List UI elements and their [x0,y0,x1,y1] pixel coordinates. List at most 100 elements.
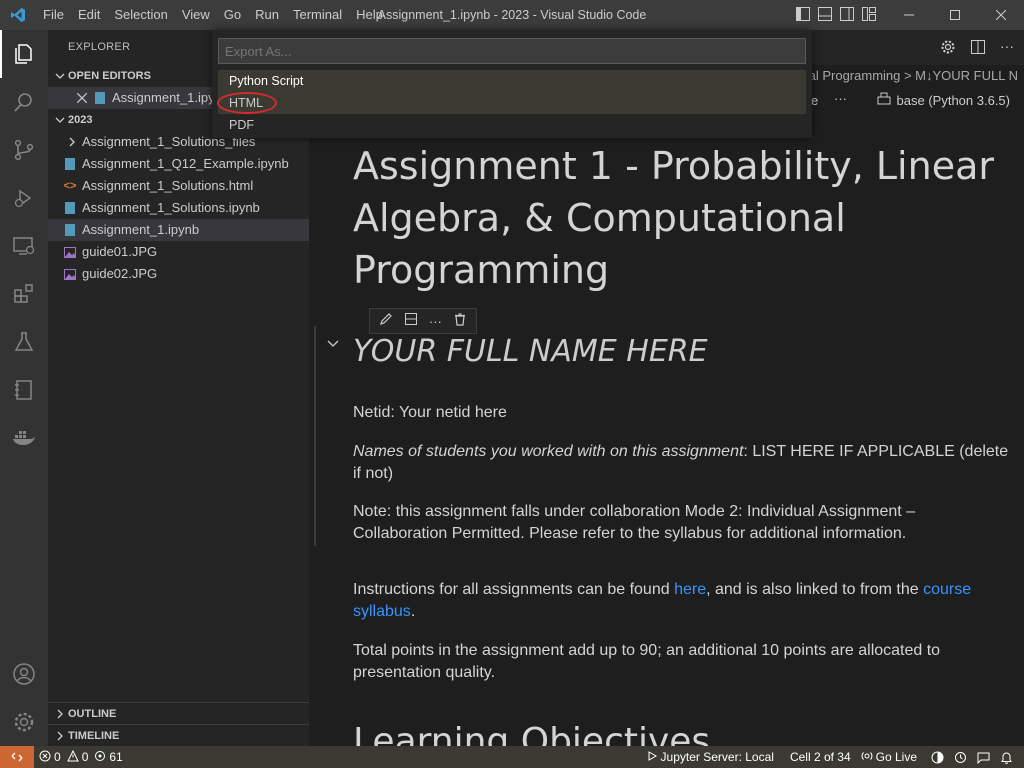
html-file-icon: <> [63,180,77,192]
edit-cell-pencil-icon[interactable] [379,312,393,331]
chevron-down-icon [52,115,68,125]
chevron-down-icon [52,71,68,81]
tree-item-file[interactable]: Assignment_1_Q12_Example.ipynb [48,153,309,175]
error-icon [39,750,51,765]
export-pdf-option[interactable]: PDF [218,114,806,136]
title-bar: File Edit Selection View Go Run Terminal… [0,0,1024,30]
notebook-file-icon [94,92,106,105]
menu-help[interactable]: Help [349,0,390,30]
jupyter-icon [646,750,658,765]
toggle-secondary-sidebar-icon[interactable] [840,7,854,21]
extensions-icon[interactable] [0,270,48,318]
chevron-right-icon [52,731,68,741]
toggle-panel-icon[interactable] [818,7,832,21]
accounts-icon[interactable] [0,650,48,698]
outline-label: OUTLINE [68,707,117,720]
vscode-logo-icon [0,0,36,30]
docker-icon[interactable] [0,414,48,462]
status-bar: 0 0 61 Jupyter Server: Local Cell 2 of 3… [0,746,1024,768]
explorer-icon[interactable] [0,30,48,78]
menu-selection[interactable]: Selection [107,0,174,30]
cell-toolbar: ··· [369,308,477,334]
testing-flask-icon[interactable] [0,318,48,366]
kernel-icon [877,92,891,109]
kernel-picker[interactable]: base (Python 3.6.5) [877,92,1010,109]
minimize-button[interactable] [886,0,932,30]
toggle-primary-sidebar-icon[interactable] [796,7,810,21]
collapse-chevron-icon[interactable] [327,336,339,354]
maximize-button[interactable] [932,0,978,30]
menu-file[interactable]: File [36,0,71,30]
search-icon[interactable] [0,78,48,126]
go-live-button[interactable]: Go Live [856,750,922,765]
settings-gear-icon[interactable] [940,39,956,60]
ports-icon [94,750,106,765]
theme-contrast-icon[interactable] [926,751,949,764]
export-as-input[interactable] [218,38,806,64]
close-button[interactable] [978,0,1024,30]
chevron-right-icon [64,137,80,147]
instructions-mid: , and is also linked to from the [706,581,924,598]
toolbar-overflow-label[interactable]: e [811,93,818,108]
cell-more-icon[interactable]: ··· [429,314,442,329]
tree-item-label: Assignment_1_Solutions.html [82,178,254,193]
folder-label: 2023 [68,114,93,126]
export-python-script-option[interactable]: Python Script [218,70,806,92]
image-file-icon [64,246,76,259]
note-text: Note: this assignment falls under collab… [353,503,916,542]
remote-indicator-icon[interactable] [0,746,34,768]
toolbar-more-icon[interactable]: ··· [834,91,847,106]
breadcrumb-text[interactable]: ional Programming > M↓YOUR FULL N [791,68,1018,83]
remote-explorer-icon[interactable] [0,222,48,270]
tree-item-file[interactable]: <> Assignment_1_Solutions.html [48,175,309,197]
more-actions-icon[interactable]: ··· [1000,39,1014,60]
menu-run[interactable]: Run [248,0,286,30]
chevron-right-icon [52,709,68,719]
tree-item-file[interactable]: guide02.JPG [48,263,309,285]
tree-item-file[interactable]: guide01.JPG [48,241,309,263]
notifications-bell-icon[interactable] [995,751,1018,764]
tree-item-label: Assignment_1_Solutions.ipynb [82,200,260,215]
export-html-option[interactable]: HTML [218,92,806,114]
problems-indicator[interactable]: 0 0 61 [34,749,128,765]
jupyter-label: Jupyter Server: Local [660,750,774,764]
manage-gear-icon[interactable] [0,698,48,746]
run-debug-icon[interactable] [0,174,48,222]
cell-focus-indicator [314,326,316,546]
warning-icon [66,749,79,765]
cell-position[interactable]: Cell 2 of 34 [785,750,856,764]
students-text: Names of students you worked with on thi… [353,441,1013,485]
timeline-section[interactable]: TIMELINE [48,724,309,746]
menu-terminal[interactable]: Terminal [286,0,349,30]
close-editor-icon[interactable] [74,93,90,103]
menu-view[interactable]: View [175,0,217,30]
split-editor-icon[interactable] [970,39,986,60]
activity-bar [0,30,48,746]
source-control-icon[interactable] [0,126,48,174]
tree-item-file-selected[interactable]: Assignment_1.ipynb [48,219,309,241]
feedback-icon[interactable] [972,751,995,764]
notebook-file-icon [64,224,76,237]
timeline-label: TIMELINE [68,729,120,742]
open-editors-label: OPEN EDITORS [68,70,151,82]
here-link[interactable]: here [674,581,706,598]
tree-item-file[interactable]: Assignment_1_Solutions.ipynb [48,197,309,219]
customize-layout-icon[interactable] [862,7,876,21]
go-live-label: Go Live [875,750,917,764]
tree-item-label: Assignment_1_Q12_Example.ipynb [82,156,289,171]
notebook-file-icon [64,158,76,171]
jupyter-server-status[interactable]: Jupyter Server: Local [641,750,779,765]
error-count: 0 [54,750,61,764]
tree-item-label: Assignment_1.ipynb [82,222,200,237]
history-icon[interactable] [949,751,972,764]
kernel-label: base (Python 3.6.5) [896,93,1010,108]
menu-edit[interactable]: Edit [71,0,107,30]
menu-go[interactable]: Go [217,0,248,30]
notebook-file-icon [64,202,76,215]
name-heading: YOUR FULL NAME HERE [353,334,708,369]
split-cell-icon[interactable] [404,312,418,331]
delete-cell-trash-icon[interactable] [453,312,467,331]
html-highlight-circle [217,92,277,114]
jupyter-notebook-icon[interactable] [0,366,48,414]
outline-section[interactable]: OUTLINE [48,702,309,724]
